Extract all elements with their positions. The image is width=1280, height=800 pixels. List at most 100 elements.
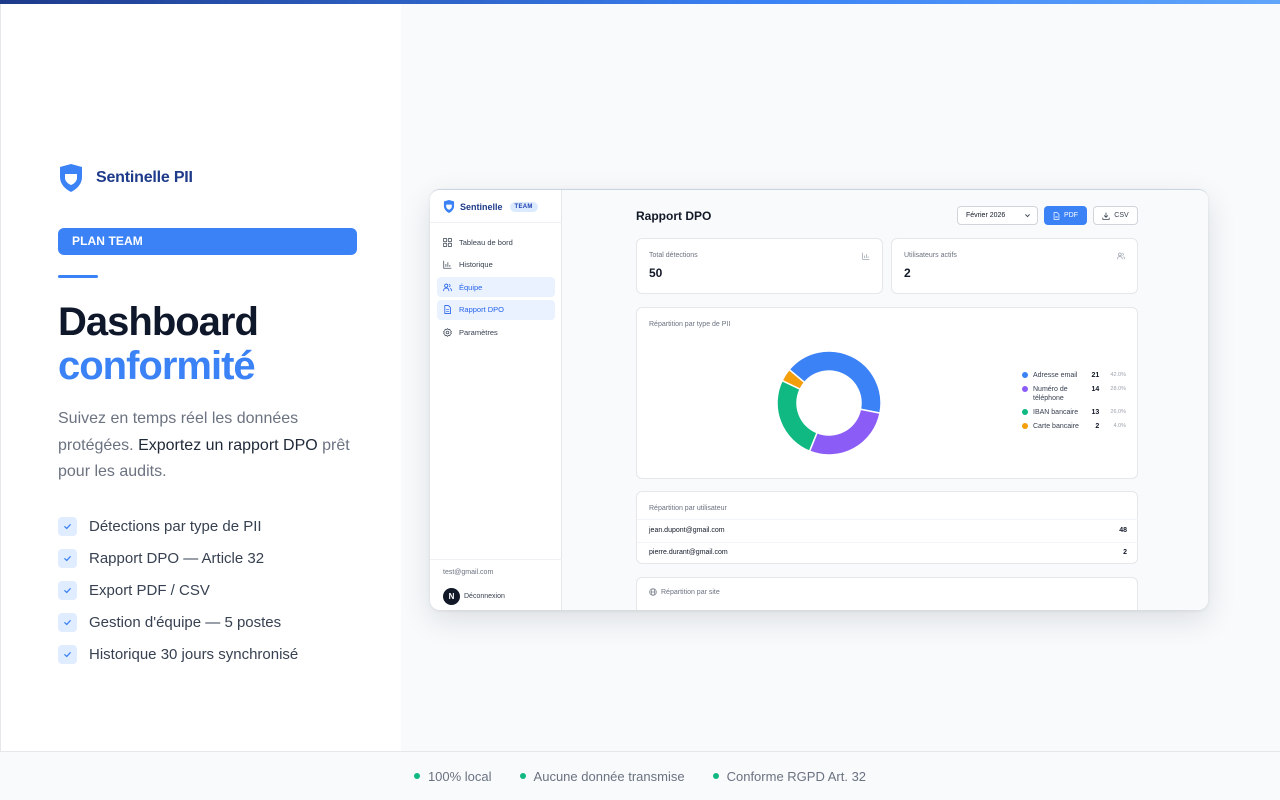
table-row: pierre.durant@gmail.com 2: [649, 549, 1127, 556]
check-icon: [58, 516, 77, 536]
grid-icon: [443, 237, 452, 247]
feature-item: Gestion d'équipe — 5 postes: [58, 606, 298, 638]
footer-item: 100% local: [413, 768, 492, 784]
pie-slice-3[interactable]: [776, 379, 818, 453]
legend-count: 14: [1091, 386, 1100, 393]
chart-legend: Adresse email 21 42.0% Numéro de téléphone 1…: [1022, 371, 1126, 436]
hero-description: Suivez en temps réel les données protégé…: [58, 406, 358, 486]
check-icon: [58, 548, 77, 568]
gear-icon: [443, 327, 452, 337]
user-email-cell: jean.dupont@gmail.com: [649, 527, 725, 534]
brand: Sentinelle PII: [58, 164, 193, 192]
sidebar-item-label: Rapport DPO: [459, 305, 505, 314]
legend-percent: 42.0%: [1110, 372, 1126, 378]
page-title: Rapport DPO: [636, 209, 712, 223]
card-title: Répartition par utilisateur: [649, 505, 727, 512]
legend-count: 21: [1091, 372, 1100, 379]
feature-list: Détections par type de PII Rapport DPO —…: [58, 510, 298, 670]
sidebar-item-label: Paramètres: [459, 327, 498, 337]
logout-button[interactable]: N Déconnexion: [443, 588, 505, 605]
sidebar-item-label: Historique: [459, 260, 493, 269]
app-preview-window: Sentinelle TEAM Tableau de bord Historiq…: [430, 189, 1208, 610]
plan-badge: PLAN TEAM: [58, 228, 357, 255]
footer-label: 100% local: [427, 768, 492, 784]
footer-item: Conforme RGPD Art. 32: [712, 768, 867, 784]
divider: [430, 559, 562, 560]
user-count-cell: 2: [1123, 549, 1127, 556]
team-badge: TEAM: [509, 201, 538, 212]
sidebar-item-rapport-dpo[interactable]: Rapport DPO: [437, 299, 555, 320]
status-dot: [519, 773, 526, 779]
legend-item: Numéro de téléphone 14 28.0%: [1022, 385, 1126, 403]
users-icon: [1117, 252, 1125, 260]
chevron-down-icon: [1025, 214, 1030, 218]
hero-title-line1: Dashboard: [58, 300, 259, 344]
sidebar-item-label: Équipe: [459, 282, 483, 292]
month-select[interactable]: Février 2026: [957, 206, 1038, 225]
stat-card-users: Utilisateurs actifs 2: [891, 238, 1138, 294]
feature-label: Historique 30 jours synchronisé: [89, 645, 299, 663]
legend-swatch: [1022, 372, 1028, 378]
pii-breakdown-card: Répartition par type de PII Adresse emai…: [636, 307, 1138, 479]
app-main: Rapport DPO Février 2026 PDF CSV Total d…: [562, 190, 1208, 610]
feature-item: Détections par type de PII: [58, 510, 298, 542]
check-icon: [58, 580, 77, 600]
pii-donut-chart: [776, 350, 882, 456]
hero-title-line2: conformité: [58, 344, 256, 388]
legend-percent: 4.0%: [1113, 423, 1126, 429]
download-icon: [1102, 212, 1110, 220]
legend-count: 2: [1095, 423, 1100, 430]
sidebar-item-label: Tableau de bord: [459, 237, 513, 247]
legend-swatch: [1022, 409, 1028, 415]
card-title: Répartition par type de PII: [649, 321, 731, 328]
divider: [637, 542, 1138, 543]
legend-swatch: [1022, 386, 1028, 392]
month-select-value: Février 2026: [966, 212, 1006, 219]
user-count-cell: 48: [1119, 527, 1127, 534]
legend-label: IBAN bancaire: [1033, 409, 1079, 416]
export-csv-button[interactable]: CSV: [1093, 206, 1138, 225]
sidebar-item-historique[interactable]: Historique: [437, 255, 555, 275]
pdf-label: PDF: [1064, 212, 1078, 219]
stat-label: Total détections: [649, 252, 698, 259]
stat-value: 2: [904, 266, 911, 280]
legend-label: Carte bancaire: [1033, 423, 1079, 430]
app-sidebar: Sentinelle TEAM Tableau de bord Historiq…: [430, 190, 562, 610]
feature-item: Export PDF / CSV: [58, 574, 298, 606]
stat-card-total: Total détections 50: [636, 238, 883, 294]
divider: [637, 519, 1138, 520]
legend-label: Adresse email: [1033, 372, 1078, 379]
card-title: Répartition par site: [649, 588, 720, 596]
users-icon: [443, 283, 452, 291]
sidebar-item-equipe[interactable]: Équipe: [437, 277, 555, 297]
csv-label: CSV: [1114, 212, 1129, 219]
site-breakdown-card: Répartition par site: [636, 577, 1138, 610]
app-brand-name: Sentinelle: [460, 201, 503, 212]
legend-label: Numéro de téléphone: [1033, 386, 1068, 402]
hero-desc-strong: Exportez un rapport DPO: [138, 436, 318, 454]
stat-value: 50: [649, 266, 663, 280]
brand-name: Sentinelle PII: [96, 169, 193, 186]
site-card-title: Répartition par site: [661, 588, 720, 596]
sidebar-item-tableau-de-bord[interactable]: Tableau de bord: [437, 232, 555, 252]
user-email-cell: pierre.durant@gmail.com: [649, 549, 728, 556]
feature-item: Historique 30 jours synchronisé: [58, 638, 298, 670]
legend-count: 13: [1091, 409, 1100, 416]
stat-label: Utilisateurs actifs: [904, 252, 957, 259]
user-email: test@gmail.com: [443, 569, 494, 576]
legend-item: Carte bancaire 2 4.0%: [1022, 422, 1126, 431]
pie-slice-2[interactable]: [808, 408, 881, 456]
footer-trust-bar: 100% local Aucune donnée transmise Confo…: [0, 751, 1280, 800]
feature-label: Détections par type de PII: [89, 517, 262, 535]
status-dot: [712, 773, 719, 779]
divider: [430, 222, 562, 223]
legend-swatch: [1022, 423, 1028, 429]
file-icon: [1053, 211, 1060, 220]
hero-title: Dashboard conformité: [58, 300, 259, 388]
legend-percent: 26.0%: [1110, 409, 1126, 415]
export-pdf-button[interactable]: PDF: [1044, 206, 1087, 225]
logout-label: Déconnexion: [464, 593, 505, 600]
status-dot: [413, 773, 420, 779]
footer-label: Conforme RGPD Art. 32: [726, 768, 867, 784]
sidebar-item-parametres[interactable]: Paramètres: [437, 322, 555, 342]
